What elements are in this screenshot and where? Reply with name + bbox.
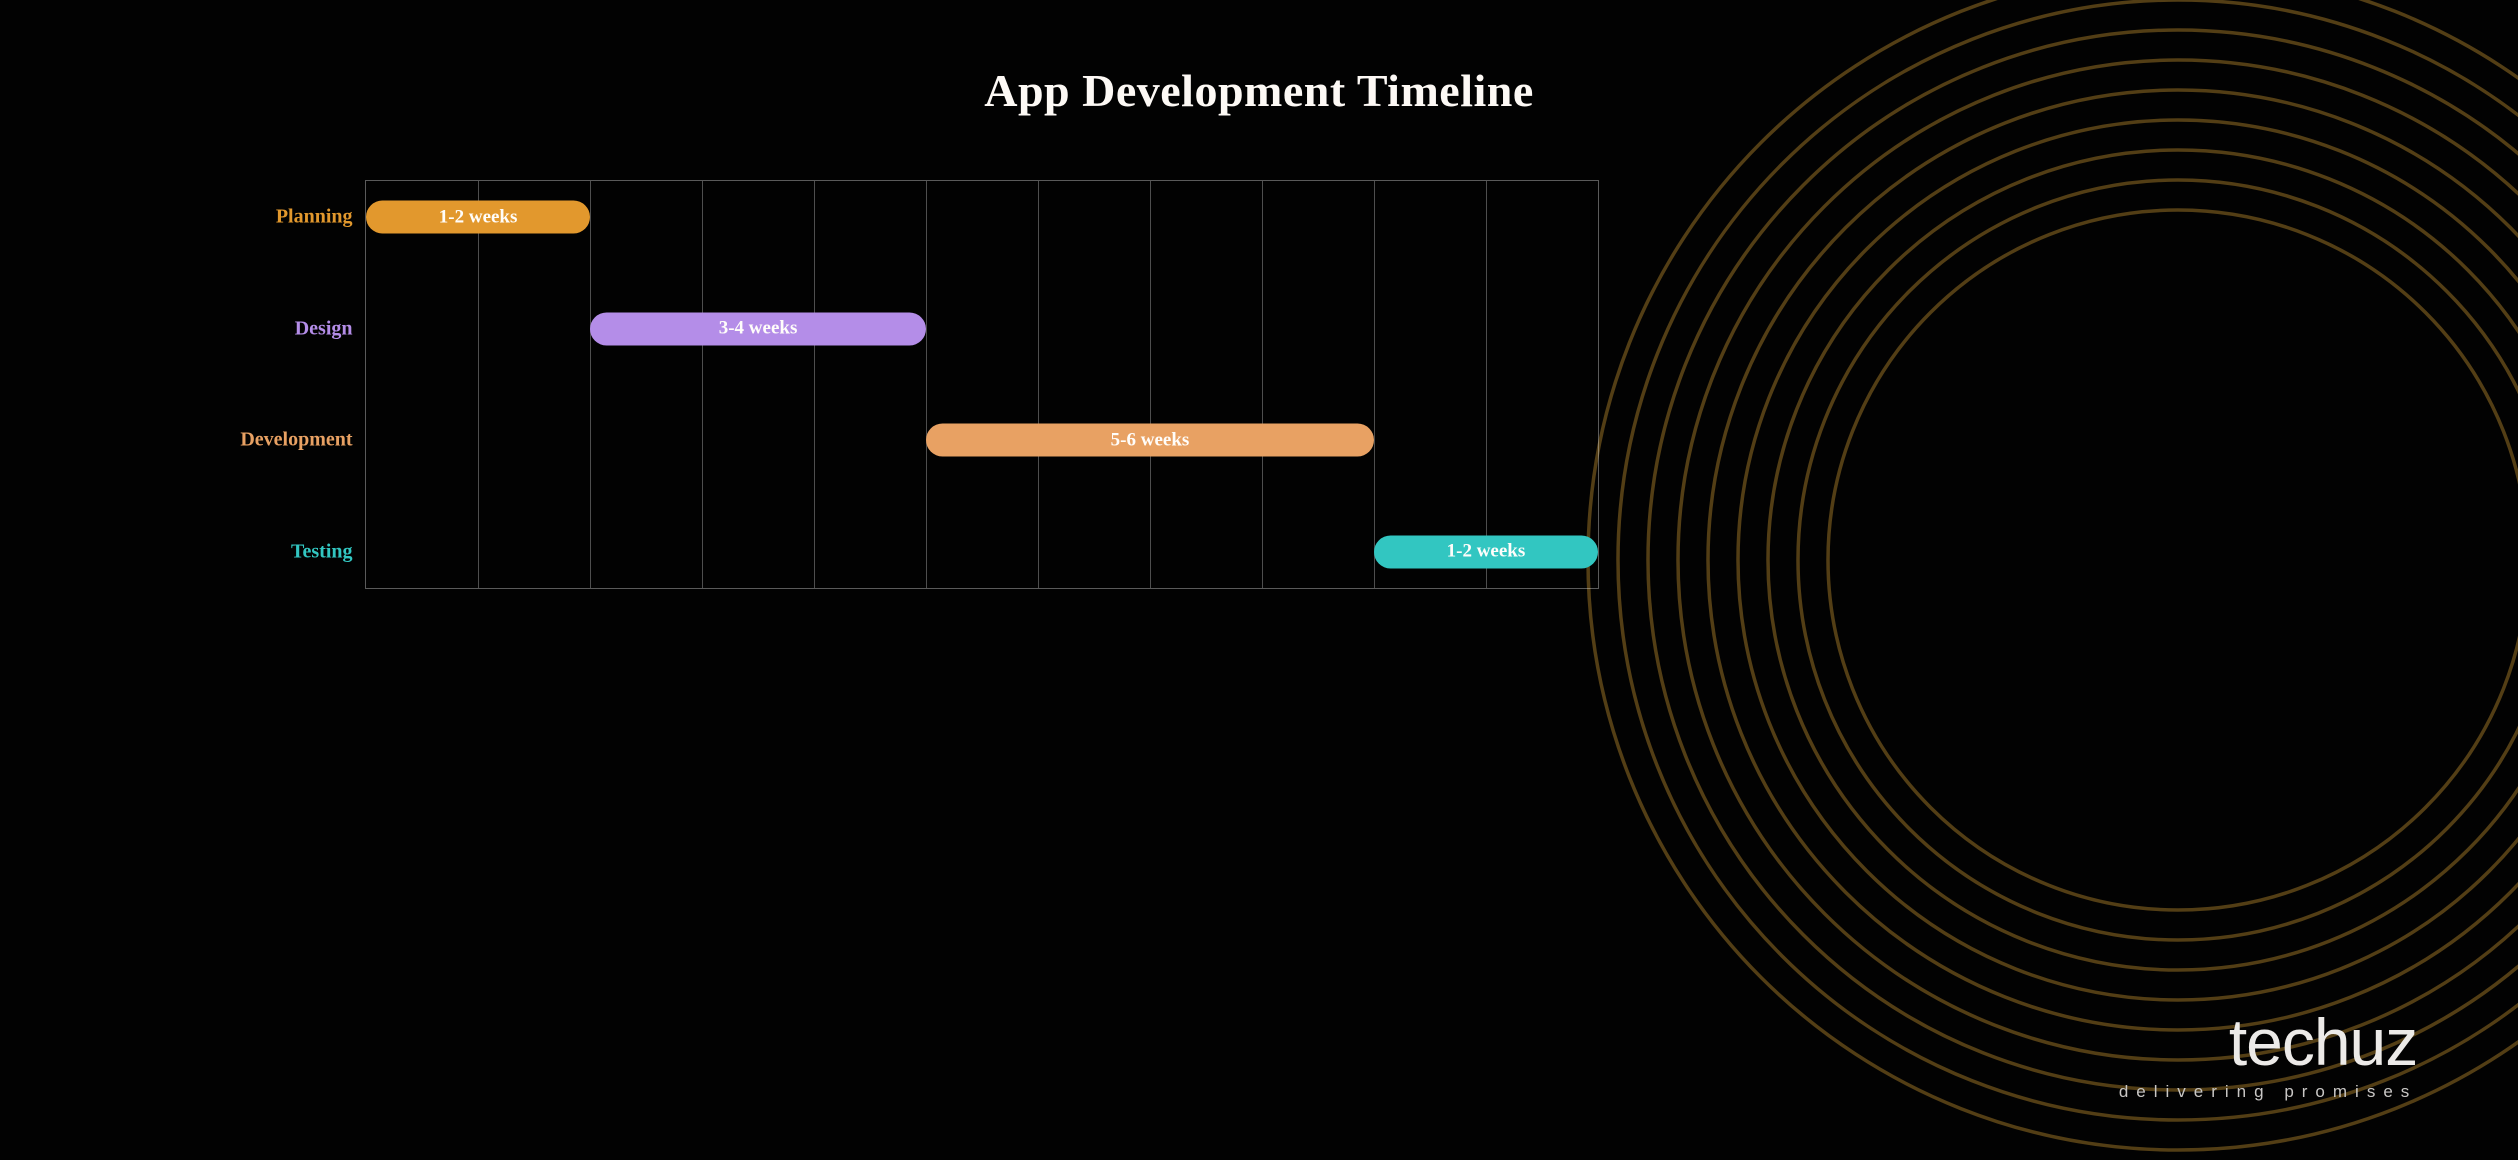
page-title: App Development Timeline bbox=[0, 64, 2518, 117]
gantt-bar: 1-2 weeks bbox=[1374, 535, 1598, 568]
gantt-grid: 1-2 weeks 3-4 weeks 5-6 weeks 1-2 weeks bbox=[365, 180, 1599, 589]
grid-line bbox=[1486, 181, 1487, 588]
grid-line bbox=[814, 181, 815, 588]
grid-line bbox=[1038, 181, 1039, 588]
grid-line bbox=[1150, 181, 1151, 588]
grid-line bbox=[1374, 181, 1375, 588]
gantt-bar: 1-2 weeks bbox=[366, 201, 590, 234]
row-label: Planning bbox=[276, 205, 353, 228]
brand-tagline: delivering promises bbox=[2119, 1082, 2417, 1102]
grid-line bbox=[926, 181, 927, 588]
grid-line bbox=[478, 181, 479, 588]
brand-name: techuz bbox=[2119, 1014, 2417, 1070]
grid-line bbox=[590, 181, 591, 588]
grid-line bbox=[702, 181, 703, 588]
arc-svg bbox=[1578, 0, 2518, 1160]
grid-line bbox=[1262, 181, 1263, 588]
row-label: Testing bbox=[291, 541, 353, 564]
gantt-bar: 3-4 weeks bbox=[590, 312, 926, 345]
gantt-bar: 5-6 weeks bbox=[926, 424, 1374, 457]
brand-logo: techuz delivering promises bbox=[2119, 1014, 2417, 1102]
row-labels: Planning Design Development Testing bbox=[0, 180, 353, 589]
row-label: Development bbox=[240, 429, 352, 452]
row-label: Design bbox=[295, 317, 353, 340]
